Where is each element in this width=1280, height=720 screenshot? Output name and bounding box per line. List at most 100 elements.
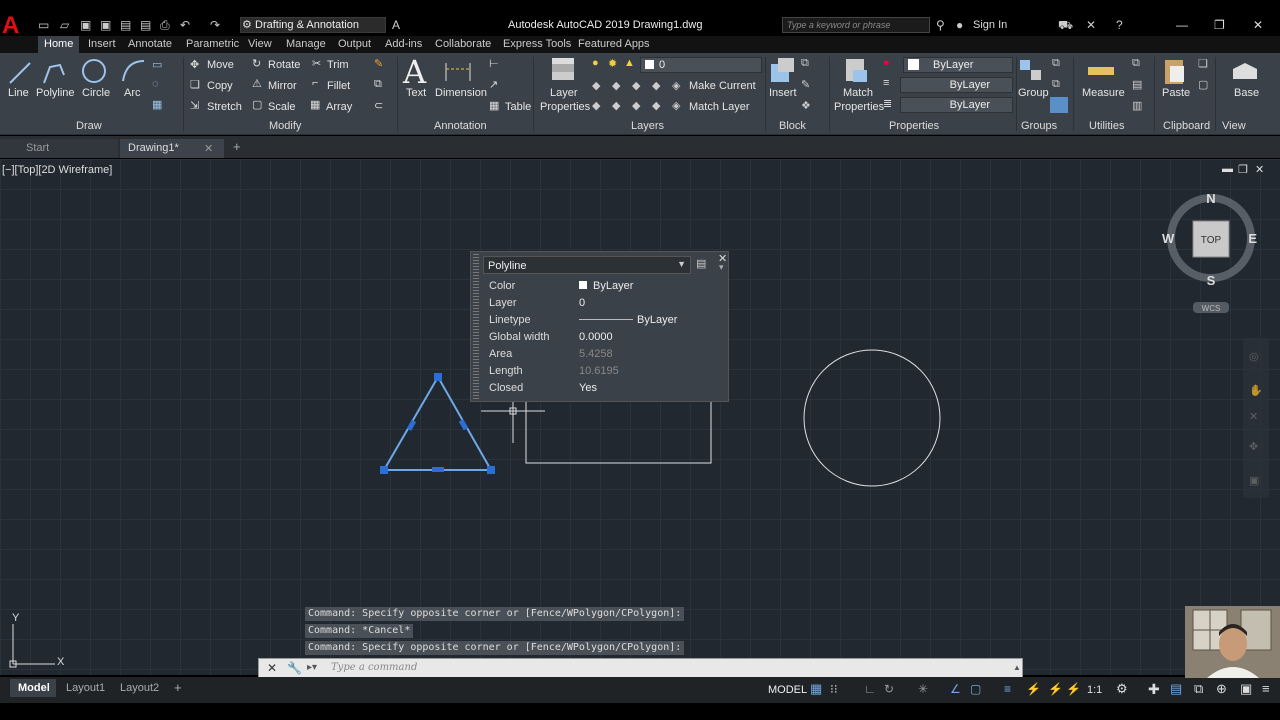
layer-tool-icon[interactable]: ◆ [652, 99, 660, 112]
cart-icon[interactable]: ⛟ [1058, 18, 1073, 34]
palette-grip[interactable] [473, 254, 479, 400]
text-button[interactable]: Text [406, 87, 426, 99]
binoculars-icon[interactable]: ⚲ [936, 18, 945, 32]
table-button[interactable]: Table [505, 101, 531, 113]
new-icon[interactable]: ▭ [38, 18, 49, 32]
tab-parametric[interactable]: Parametric [186, 38, 239, 50]
grid-icon[interactable]: ▦ [810, 681, 822, 697]
ortho-icon[interactable]: ∟ [864, 682, 876, 696]
annotation-panel-title[interactable]: Annotation [434, 120, 487, 132]
modify-panel-title[interactable]: Modify [269, 120, 301, 132]
polar-icon[interactable]: ↻ [884, 682, 894, 696]
qp-row-layer[interactable]: Layer 0 [483, 295, 715, 312]
showmotion-icon[interactable]: ▣ [1249, 474, 1259, 487]
qp-row-closed[interactable]: Closed Yes [483, 380, 715, 397]
tab-annotate[interactable]: Annotate [128, 38, 172, 50]
group-select-icon[interactable] [1050, 97, 1068, 113]
tab-addins[interactable]: Add-ins [385, 38, 422, 50]
tab-collaborate[interactable]: Collaborate [435, 38, 491, 50]
start-tab[interactable]: Start [0, 139, 118, 158]
id-point-icon[interactable]: ▥ [1132, 99, 1142, 112]
layer-tool-icon[interactable]: ◆ [652, 79, 660, 92]
viewcube[interactable]: TOP N S E W WCS [1160, 190, 1260, 320]
undo-icon[interactable]: ↶ [180, 18, 190, 32]
text-style-icon[interactable]: A [392, 18, 400, 32]
utilities-panel-title[interactable]: Utilities [1089, 120, 1124, 132]
object-snap-icon[interactable]: ▢ [970, 682, 981, 696]
layer-tool-icon[interactable]: ◆ [632, 99, 640, 112]
rotate-button[interactable]: Rotate [268, 59, 300, 71]
tab-manage[interactable]: Manage [286, 38, 326, 50]
color-dropdown[interactable]: ByLayer [903, 57, 1013, 73]
redo-icon[interactable]: ↷ [210, 18, 220, 32]
saveas-icon[interactable]: ▣ [100, 18, 111, 32]
close-command-icon[interactable]: ✕ [267, 661, 277, 675]
lineweight-dropdown[interactable]: ByLayer [900, 97, 1013, 113]
annotation-scale-icon[interactable]: ⚡ [1066, 682, 1081, 696]
tab-insert[interactable]: Insert [88, 38, 116, 50]
qp-row-color[interactable]: Color ByLayer [483, 278, 715, 295]
isodraft-icon[interactable]: ✳ [918, 682, 928, 696]
new-tab-icon[interactable]: + [233, 139, 241, 154]
object-snap-tracking-icon[interactable]: ∠ [950, 682, 961, 696]
stretch-button[interactable]: Stretch [207, 101, 242, 113]
search-input[interactable]: Type a keyword or phrase [782, 17, 930, 33]
qp-row-global-width[interactable]: Global width 0.0000 [483, 329, 715, 346]
annotation-scale-dropdown[interactable]: 1:1 [1087, 684, 1102, 696]
model-space-toggle[interactable]: MODEL [768, 684, 807, 696]
exchange-icon[interactable]: ✕ [1086, 18, 1096, 32]
match-properties-button[interactable]: Match [843, 87, 873, 99]
measure-button[interactable]: Measure [1082, 87, 1125, 99]
layer-dropdown[interactable]: 0 [640, 57, 762, 73]
autocad-logo-icon[interactable]: A [2, 14, 26, 38]
close-icon[interactable]: ✕ [1253, 18, 1263, 32]
cut-icon[interactable]: ▢ [1198, 78, 1208, 91]
view-panel-title[interactable]: View [1222, 120, 1246, 132]
arc-button[interactable]: Arc [124, 87, 141, 99]
open-icon[interactable]: ▱ [60, 18, 69, 32]
units-icon[interactable]: ▤ [1170, 681, 1182, 697]
plot-icon[interactable]: ⎙ [160, 18, 170, 33]
paste-button[interactable]: Paste [1162, 87, 1190, 99]
close-tab-icon[interactable]: ✕ [204, 142, 213, 155]
command-prompt-icon[interactable]: ▸▾ [307, 662, 317, 673]
erase-icon[interactable]: ✎ [374, 57, 383, 70]
mirror-button[interactable]: Mirror [268, 80, 297, 92]
customize-wrench-icon[interactable]: 🔧 [287, 661, 302, 675]
draw-panel-title[interactable]: Draw [76, 120, 102, 132]
web-mobile-icon[interactable]: ▤ [120, 18, 131, 32]
save-web-icon[interactable]: ▤ [140, 18, 151, 32]
properties-panel-title[interactable]: Properties [889, 120, 939, 132]
add-layout-icon[interactable]: + [174, 680, 182, 695]
ungroup-icon[interactable]: ⧉ [1052, 57, 1060, 70]
layout-tab-2[interactable]: Layout2 [120, 682, 159, 694]
make-current-button[interactable]: Make Current [689, 80, 756, 92]
annotation-monitor-icon[interactable]: ✚ [1148, 681, 1160, 698]
lock-ui-icon[interactable]: ⊕ [1216, 681, 1227, 697]
drawing-tab[interactable]: Drawing1* ✕ [120, 139, 224, 158]
edit-block-icon[interactable]: ✎ [801, 78, 810, 91]
minimize-icon[interactable]: — [1176, 18, 1188, 32]
copy-button[interactable]: Copy [207, 80, 233, 92]
line-button[interactable]: Line [8, 87, 29, 99]
array-button[interactable]: Array [326, 101, 352, 113]
fillet-button[interactable]: Fillet [327, 80, 350, 92]
qp-row-linetype[interactable]: Linetype ByLayer [483, 312, 715, 329]
scale-button[interactable]: Scale [268, 101, 296, 113]
lineweight-toggle-icon[interactable]: ≡ [1004, 682, 1011, 696]
clean-screen-icon[interactable]: ▣ [1240, 681, 1252, 697]
snap-icon[interactable]: ⁝⁝ [830, 682, 838, 696]
rectangle-icon[interactable]: ▭ [152, 58, 162, 71]
customization-menu-icon[interactable]: ≡ [1262, 681, 1270, 696]
zoom-icon[interactable]: ✕ [1249, 410, 1258, 423]
layer-properties-button[interactable]: Layer [550, 87, 578, 99]
hatch-icon[interactable]: ◌ [152, 78, 159, 90]
help-icon[interactable]: ? [1116, 18, 1123, 32]
group-button[interactable]: Group [1018, 87, 1049, 99]
quick-select-icon[interactable]: ⧉ [1132, 57, 1140, 70]
command-history-toggle-icon[interactable]: ▲ [1013, 663, 1021, 672]
copy-clip-icon[interactable]: ❏ [1198, 57, 1208, 70]
layer-tool-icon[interactable]: ◆ [632, 79, 640, 92]
user-icon[interactable]: ● [956, 18, 963, 32]
circle-button[interactable]: Circle [82, 87, 110, 99]
